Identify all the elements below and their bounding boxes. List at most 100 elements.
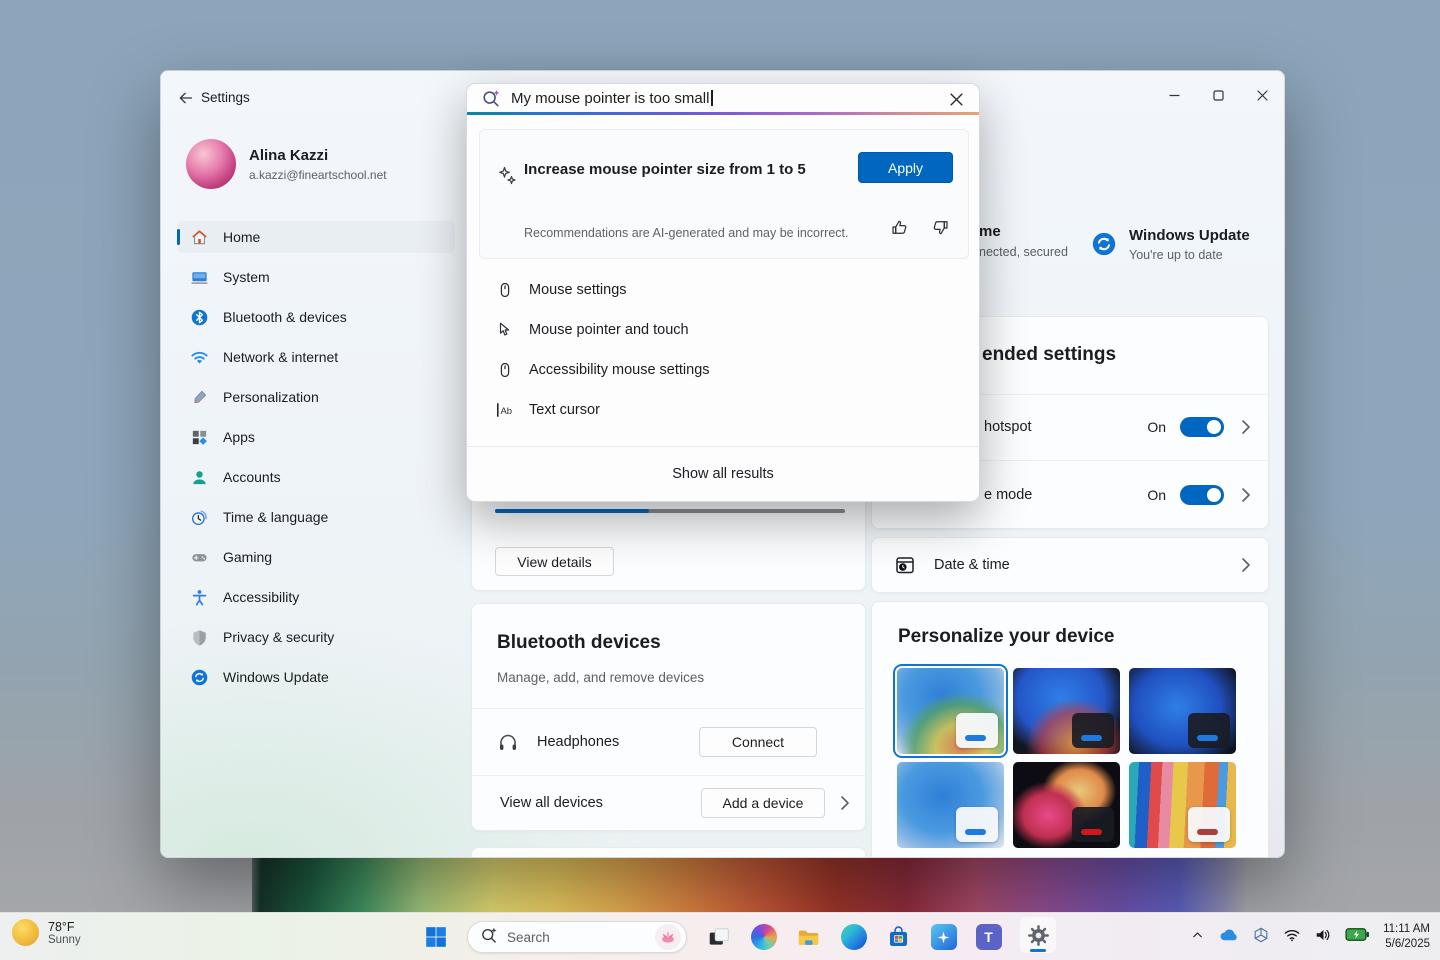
sidebar-item-privacy[interactable]: Privacy & security [177, 621, 455, 653]
result-accessibility-mouse[interactable]: Accessibility mouse settings [467, 350, 979, 390]
settings-app-button[interactable] [1020, 917, 1056, 953]
add-device-button[interactable]: Add a device [701, 788, 825, 818]
sidebar-item-windows-update[interactable]: Windows Update [177, 661, 455, 693]
sidebar-item-bluetooth[interactable]: Bluetooth & devices [177, 301, 455, 333]
battery-charging-icon[interactable] [1345, 927, 1370, 947]
datetime-card[interactable]: Date & time [871, 537, 1269, 593]
recommendation-text: Increase mouse pointer size from 1 to 5 [524, 161, 806, 178]
theme-thumbnail-bloom-light-blue[interactable] [897, 762, 1004, 848]
maximize-button[interactable] [1196, 81, 1240, 109]
theme-thumbnail-bloom-dark-colorful[interactable] [1013, 668, 1120, 754]
result-mouse-settings[interactable]: Mouse settings [467, 270, 979, 310]
tray-date: 5/6/2025 [1383, 937, 1430, 952]
result-mouse-pointer-touch[interactable]: Mouse pointer and touch [467, 310, 979, 350]
sidebar-item-accessibility[interactable]: Accessibility [177, 581, 455, 613]
teams-button[interactable]: T [975, 924, 1002, 951]
search-input[interactable]: My mouse pointer is too small [467, 84, 979, 112]
theme-thumbnail-stripes[interactable] [1129, 762, 1236, 848]
avatar[interactable] [186, 139, 236, 189]
sidebar-item-home[interactable]: Home [177, 221, 455, 253]
theme-thumbnail-bloom-light[interactable] [897, 668, 1004, 754]
copilot-365-button[interactable] [930, 924, 957, 951]
volume-icon[interactable] [1314, 926, 1332, 949]
popup-close-button[interactable] [945, 88, 967, 110]
accessibility-person-icon [189, 587, 209, 607]
clock-icon [189, 507, 209, 527]
theme-thumbnail-bloom-dark-blue[interactable] [1129, 668, 1236, 754]
person-icon [189, 467, 209, 487]
sidebar-item-time-language[interactable]: Time & language [177, 501, 455, 533]
row-label: hotspot [984, 419, 1147, 435]
svg-text:Ab: Ab [501, 406, 513, 417]
thumb-up-button[interactable] [890, 218, 909, 242]
back-button[interactable] [175, 87, 197, 109]
search-placeholder: Search [507, 930, 655, 945]
theme-thumbnail-floral-dark[interactable] [1013, 762, 1120, 848]
onedrive-cloud-icon[interactable] [1218, 924, 1239, 950]
sidebar-item-label: Personalization [223, 389, 319, 405]
sun-icon [12, 919, 39, 946]
windows-update-title: Windows Update [1129, 227, 1250, 244]
hotspot-toggle[interactable] [1180, 417, 1224, 437]
apply-button[interactable]: Apply [858, 152, 953, 183]
tray-time: 11:11 AM [1383, 922, 1430, 937]
connect-button[interactable]: Connect [699, 727, 817, 757]
shield-icon [189, 627, 209, 647]
edge-icon [841, 924, 867, 950]
sparkle-icon [496, 164, 518, 191]
personalize-card: Personalize your device [871, 601, 1269, 858]
result-text-cursor[interactable]: Ab Text cursor [467, 390, 979, 430]
view-all-devices-link[interactable]: View all devices [500, 795, 701, 811]
weather-widget[interactable]: 78°F Sunny [12, 919, 81, 946]
theme-grid [897, 668, 1236, 848]
copilot-button[interactable] [750, 924, 777, 951]
network-name-fragment: me [979, 223, 1001, 240]
sidebar-item-label: Accessibility [223, 589, 299, 605]
bluetooth-footer-row[interactable]: View all devices Add a device [472, 775, 865, 830]
show-all-results[interactable]: Show all results [467, 447, 979, 501]
sidebar-item-label: Bluetooth & devices [223, 309, 347, 325]
ai-search-icon [481, 88, 501, 108]
tray-chevron-up[interactable] [1190, 927, 1205, 947]
sidebar-item-label: Windows Update [223, 669, 329, 685]
store-button[interactable] [885, 924, 912, 951]
start-button[interactable] [422, 924, 449, 951]
sidebar-item-label: Accounts [223, 469, 281, 485]
taskbar-search[interactable]: Search [467, 921, 687, 953]
user-name: Alina Kazzi [249, 147, 328, 164]
hexagon-tray-icon[interactable] [1252, 926, 1270, 949]
mouse-icon [495, 280, 515, 300]
sidebar-item-network[interactable]: Network & internet [177, 341, 455, 373]
device-row: Headphones Connect [472, 708, 865, 775]
gradient-underline [467, 112, 979, 115]
taskbar-clock[interactable]: 11:11 AM 5/6/2025 [1383, 922, 1430, 952]
edge-button[interactable] [840, 924, 867, 951]
sidebar-item-accounts[interactable]: Accounts [177, 461, 455, 493]
sidebar-item-gaming[interactable]: Gaming [177, 541, 455, 573]
task-view-button[interactable] [705, 924, 732, 951]
ai-recommendation-card: Increase mouse pointer size from 1 to 5 … [479, 129, 969, 259]
mode-toggle[interactable] [1180, 485, 1224, 505]
maximize-icon [1213, 90, 1224, 101]
storage-progress-bar [495, 509, 845, 513]
sidebar-item-apps[interactable]: Apps [177, 421, 455, 453]
network-status-fragment: nected, secured [979, 245, 1068, 259]
view-details-button[interactable]: View details [495, 547, 614, 576]
brush-icon [189, 387, 209, 407]
sidebar-item-personalization[interactable]: Personalization [177, 381, 455, 413]
sidebar-item-system[interactable]: System [177, 261, 455, 293]
close-button[interactable] [1240, 81, 1284, 109]
ai-search-icon [480, 926, 498, 949]
wifi-tray-icon[interactable] [1283, 926, 1301, 949]
minimize-button[interactable] [1152, 81, 1196, 109]
copilot-365-icon [931, 924, 957, 950]
datetime-label: Date & time [934, 557, 1240, 573]
thumb-down-button[interactable] [931, 218, 950, 242]
search-popup: My mouse pointer is too small Increase m… [466, 83, 980, 502]
system-icon [189, 267, 209, 287]
file-explorer-button[interactable] [795, 924, 822, 951]
storage-progress-fill [495, 509, 649, 513]
active-app-indicator [1030, 949, 1046, 952]
bluetooth-title: Bluetooth devices [497, 632, 661, 654]
copilot-icon [751, 924, 777, 950]
